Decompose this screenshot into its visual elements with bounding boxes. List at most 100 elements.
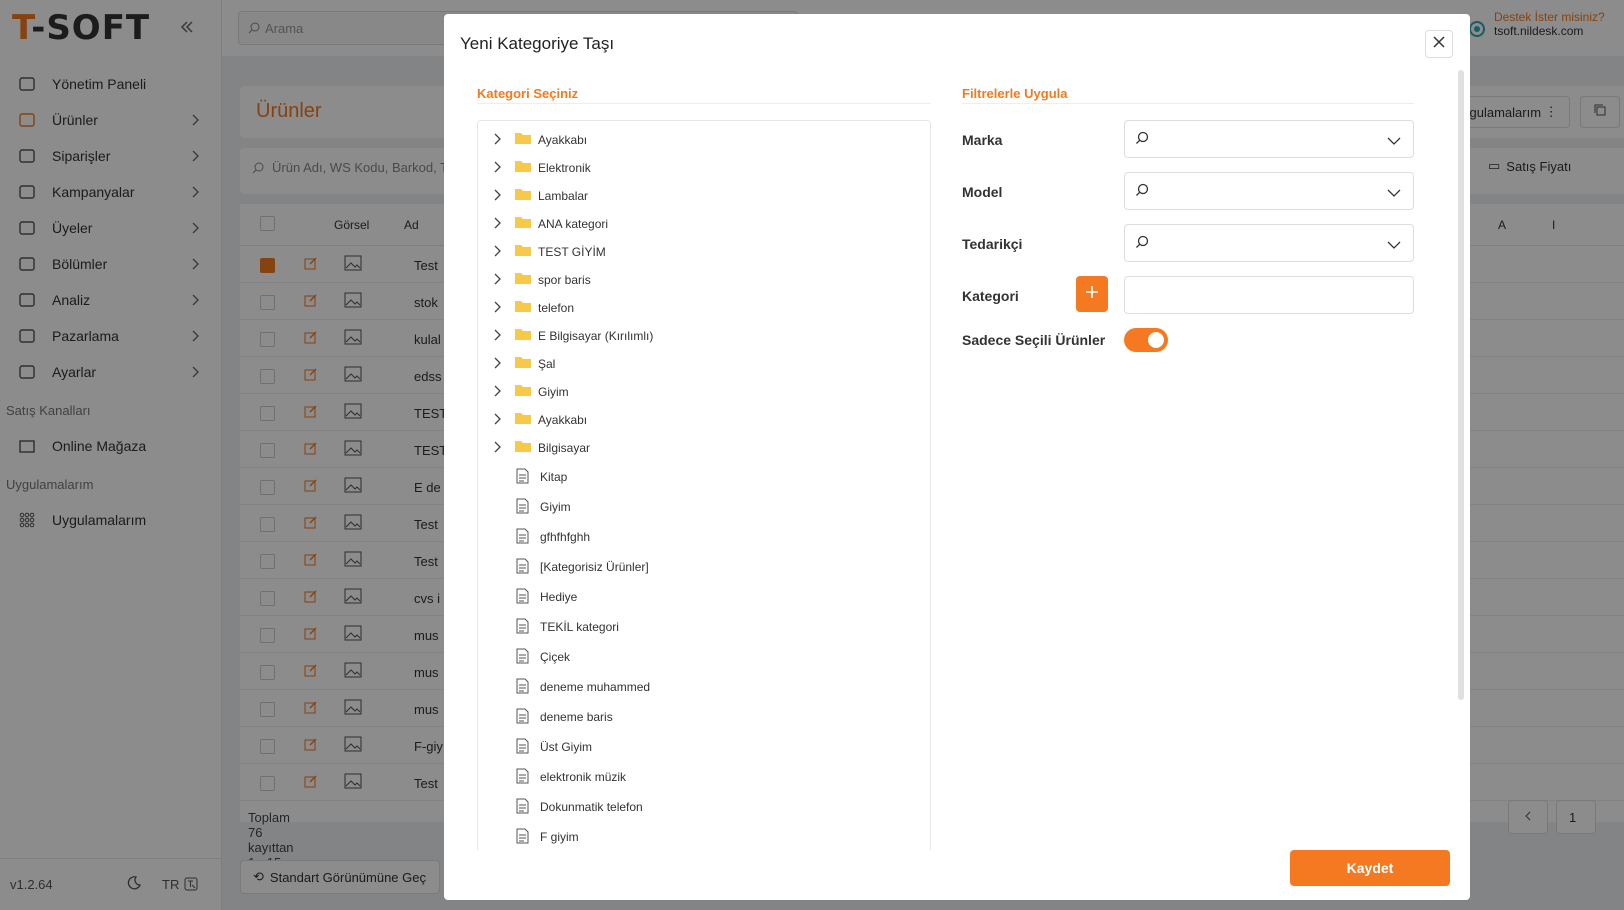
tree-folder[interactable]: Lambalar [478, 181, 930, 209]
chevron-right-icon[interactable] [494, 301, 502, 316]
category-tree: Ayakkabı Elektronik Lambalar ANA kategori TE… [477, 120, 931, 850]
tree-leaf[interactable]: Kitap [478, 461, 930, 491]
category-input[interactable] [1124, 276, 1414, 314]
modal-title: Yeni Kategoriye Taşı [460, 34, 615, 53]
tree-leaf[interactable]: Hediye [478, 581, 930, 611]
tree-folder-label: ANA kategori [538, 217, 609, 231]
close-icon [1433, 35, 1445, 53]
tree-leaf[interactable]: TEKİL kategori [478, 611, 930, 641]
document-icon [516, 768, 529, 787]
folder-icon [514, 271, 532, 288]
category-row: Kategori [962, 276, 1414, 314]
folder-icon [514, 215, 532, 232]
chevron-right-icon[interactable] [494, 441, 502, 456]
tree-folder[interactable]: Elektronik [478, 153, 930, 181]
tree-leaf[interactable]: deneme baris [478, 701, 930, 731]
document-icon [516, 468, 529, 487]
document-icon [516, 738, 529, 757]
chevron-right-icon[interactable] [494, 161, 502, 176]
tree-folder[interactable]: TEST GİYİM [478, 237, 930, 265]
document-icon [516, 498, 529, 517]
brand-select[interactable] [1124, 120, 1414, 158]
supplier-select[interactable] [1124, 224, 1414, 262]
folder-icon [514, 187, 532, 204]
app-root: T-SOFT Yönetim Paneli Ürünler Siparişler Ka… [0, 0, 1624, 910]
tree-folder-label: Elektronik [538, 161, 591, 175]
folder-icon [514, 383, 532, 400]
search-icon [1135, 131, 1149, 150]
tree-folder[interactable]: Ayakkabı [478, 125, 930, 153]
tree-folder-label: spor baris [538, 273, 591, 287]
tree-leaf[interactable]: Üst Giyim [478, 731, 930, 761]
tree-folder[interactable]: Giyim [478, 377, 930, 405]
tree-leaf-label: Üst Giyim [540, 740, 592, 754]
tree-leaf-label: gfhfhfghh [540, 530, 591, 544]
only-selected-row: Sadece Seçili Ürünler [962, 326, 1414, 364]
tree-leaf[interactable]: Giyim [478, 491, 930, 521]
move-category-modal: Yeni Kategoriye Taşı Kategori Seçiniz Ay… [444, 14, 1470, 900]
tree-leaf-label: deneme muhammed [540, 680, 651, 694]
save-button[interactable]: Kaydet [1290, 850, 1450, 886]
tree-folder[interactable]: Ayakkabı [478, 405, 930, 433]
document-icon [516, 708, 529, 727]
folder-icon [514, 327, 532, 344]
chevron-right-icon[interactable] [494, 133, 502, 148]
chevron-right-icon[interactable] [494, 273, 502, 288]
chevron-right-icon[interactable] [494, 385, 502, 400]
plus-icon [1085, 285, 1099, 304]
filter-panel: Filtrelerle Uygula Marka Model Tedarikçi [962, 86, 1414, 352]
add-category-button[interactable] [1076, 276, 1108, 312]
tree-folder[interactable]: spor baris [478, 265, 930, 293]
tree-leaf-label: F giyim [540, 830, 579, 844]
tree-folder-label: Bilgisayar [538, 441, 591, 455]
tree-leaf[interactable]: [Kategorisiz Ürünler] [478, 551, 930, 581]
folder-icon [514, 159, 532, 176]
modal-scrollbar[interactable] [1458, 70, 1464, 700]
tree-folder[interactable]: Şal [478, 349, 930, 377]
tree-folder[interactable]: Bilgisayar [478, 433, 930, 461]
tree-leaf[interactable]: elektronik müzik [478, 761, 930, 791]
chevron-down-icon [1387, 133, 1401, 151]
document-icon [516, 648, 529, 667]
chevron-down-icon [1387, 185, 1401, 203]
tree-leaf-label: Kitap [540, 470, 568, 484]
supplier-row: Tedarikçi [962, 224, 1414, 262]
chevron-right-icon[interactable] [494, 329, 502, 344]
tree-folder[interactable]: ANA kategori [478, 209, 930, 237]
folder-icon [514, 439, 532, 456]
tree-leaf-label: Çiçek [540, 650, 571, 664]
folder-icon [514, 131, 532, 148]
folder-icon [514, 243, 532, 260]
document-icon [516, 558, 529, 577]
tree-leaf-label: deneme baris [540, 710, 613, 724]
category-select-title: Kategori Seçiniz [477, 86, 931, 104]
tree-leaf-label: Dokunmatik telefon [540, 800, 643, 814]
chevron-right-icon[interactable] [494, 357, 502, 372]
chevron-right-icon[interactable] [494, 413, 502, 428]
model-select[interactable] [1124, 172, 1414, 210]
supplier-label: Tedarikçi [962, 236, 1023, 252]
close-button[interactable] [1425, 30, 1453, 58]
tree-folder-label: E Bilgisayar (Kırılımlı) [538, 329, 654, 343]
tree-folder-label: telefon [538, 301, 575, 315]
chevron-right-icon[interactable] [494, 245, 502, 260]
filter-title: Filtrelerle Uygula [962, 86, 1414, 104]
chevron-right-icon[interactable] [494, 217, 502, 232]
tree-leaf[interactable]: F giyim [478, 821, 930, 850]
tree-folder-label: Lambalar [538, 189, 589, 203]
tree-leaf[interactable]: Dokunmatik telefon [478, 791, 930, 821]
tree-leaf[interactable]: Çiçek [478, 641, 930, 671]
tree-leaf[interactable]: deneme muhammed [478, 671, 930, 701]
brand-row: Marka [962, 120, 1414, 158]
tree-leaf[interactable]: gfhfhfghh [478, 521, 930, 551]
tree-leaf-label: elektronik müzik [540, 770, 627, 784]
tree-folder[interactable]: telefon [478, 293, 930, 321]
document-icon [516, 618, 529, 637]
document-icon [516, 528, 529, 547]
search-icon [1135, 235, 1149, 254]
search-icon [1135, 183, 1149, 202]
tree-folder[interactable]: E Bilgisayar (Kırılımlı) [478, 321, 930, 349]
folder-icon [514, 411, 532, 428]
only-selected-toggle[interactable] [1124, 328, 1168, 352]
chevron-right-icon[interactable] [494, 189, 502, 204]
